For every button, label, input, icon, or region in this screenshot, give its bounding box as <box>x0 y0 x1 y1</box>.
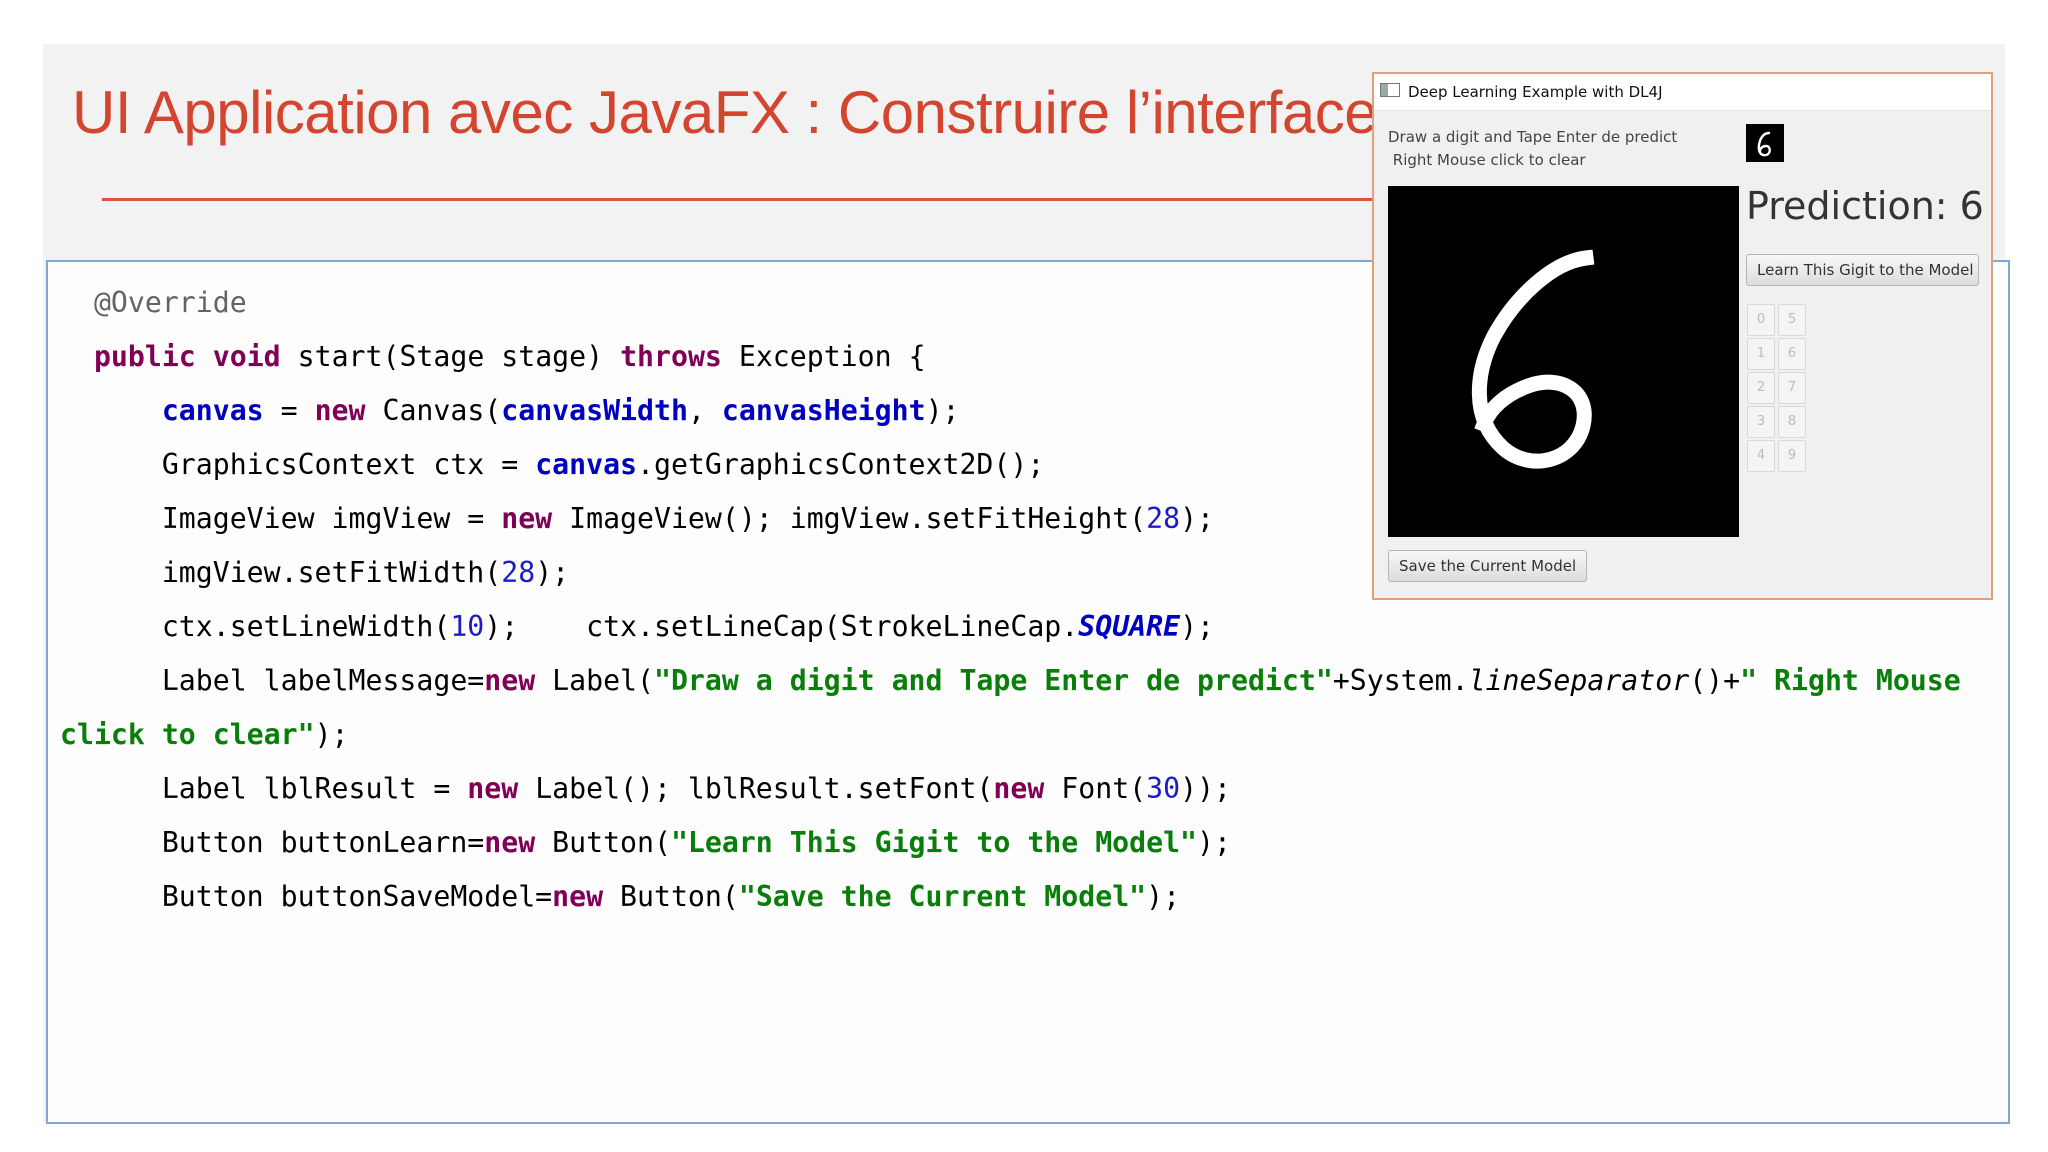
code-line-2: public void start(Stage stage) throws Ex… <box>93 340 926 373</box>
digit-thumbnail <box>1746 124 1784 162</box>
digit-button-7[interactable]: 7 <box>1778 372 1806 404</box>
digit-six-thumbnail-icon <box>1757 131 1771 157</box>
title-divider <box>102 198 1372 201</box>
window-title: Deep Learning Example with DL4J <box>1408 83 1663 101</box>
code-line-1: @Override <box>93 286 247 319</box>
window-titlebar: Deep Learning Example with DL4J <box>1374 74 1991 111</box>
save-model-button[interactable]: Save the Current Model <box>1388 550 1588 582</box>
code-line-8: Label labelMessage=new Label("Draw a dig… <box>161 664 1961 697</box>
digit-button-4[interactable]: 4 <box>1747 440 1775 472</box>
code-line-3: canvas = new Canvas(canvasWidth, canvasH… <box>161 394 960 427</box>
digit-button-3[interactable]: 3 <box>1747 406 1775 438</box>
window-app-icon <box>1380 83 1400 97</box>
code-line-6: imgView.setFitWidth(28); <box>161 556 570 589</box>
code-line-5: ImageView imgView = new ImageView(); img… <box>161 502 1215 535</box>
digit-button-2[interactable]: 2 <box>1747 372 1775 404</box>
drawing-canvas[interactable] <box>1388 186 1739 537</box>
drawn-digit-six <box>1471 249 1595 469</box>
code-line-11: Button buttonLearn=new Button("Learn Thi… <box>161 826 1231 859</box>
digit-button-9[interactable]: 9 <box>1778 440 1806 472</box>
app-window-screenshot: Deep Learning Example with DL4J Draw a d… <box>1372 72 1993 600</box>
code-line-12: Button buttonSaveModel=new Button("Save … <box>161 880 1181 913</box>
prediction-label: Prediction: 6 <box>1746 184 1984 228</box>
slide-title: UI Application avec JavaFX : Construire … <box>72 79 1378 146</box>
code-line-4: GraphicsContext ctx = canvas.getGraphics… <box>161 448 1045 481</box>
code-line-9: click to clear"); <box>60 718 349 751</box>
digit-button-5[interactable]: 5 <box>1778 304 1806 336</box>
code-line-7: ctx.setLineWidth(10); ctx.setLineCap(Str… <box>161 610 1215 643</box>
instruction-label: Draw a digit and Tape Enter de predict R… <box>1388 128 1678 169</box>
digit-button-1[interactable]: 1 <box>1747 338 1775 370</box>
learn-digit-button[interactable]: Learn This Gigit to the Model <box>1746 254 1979 286</box>
code-line-10: Label lblResult = new Label(); lblResult… <box>161 772 1232 805</box>
digit-button-8[interactable]: 8 <box>1778 406 1806 438</box>
digit-button-grid: 0 5 1 6 2 7 3 8 4 9 <box>1747 304 1806 472</box>
digit-button-0[interactable]: 0 <box>1747 304 1775 336</box>
digit-button-6[interactable]: 6 <box>1778 338 1806 370</box>
